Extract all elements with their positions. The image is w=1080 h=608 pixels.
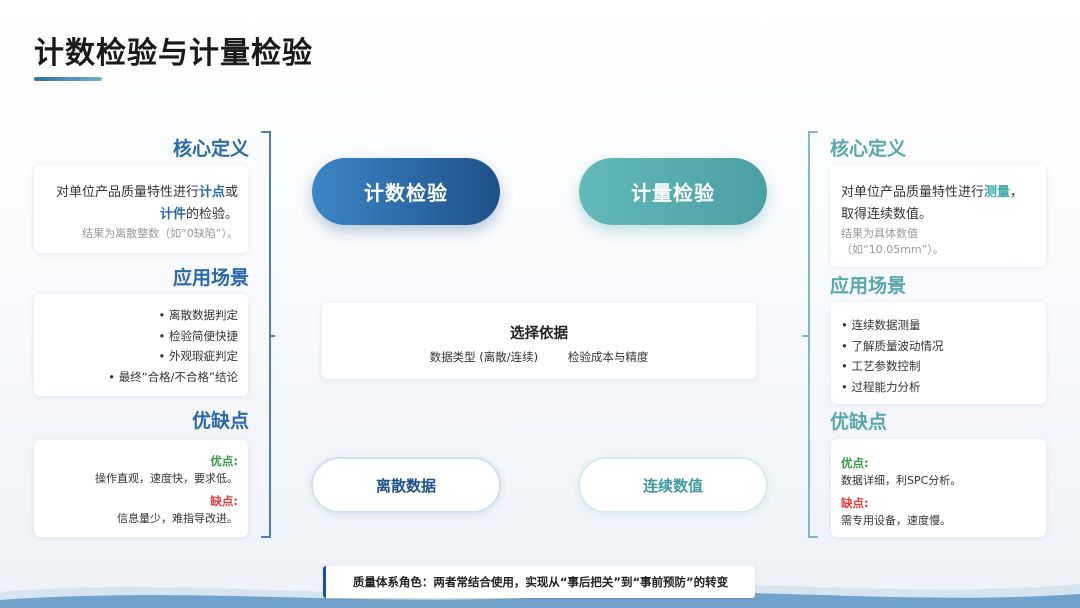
left-definition-title: 核心定义 <box>172 138 249 160</box>
right-scenario-card: • 连续数据测量 • 了解质量波动情况 • 工艺参数控制 • 过程能力分析 <box>831 302 1046 404</box>
right-definition-card: 对单位产品质量特性进行测量， 取得连续数值。 结果为具体数值（如“10.05mm”… <box>831 165 1046 267</box>
list-item: • 工艺参数控制 <box>841 359 921 373</box>
cons-text: 需专用设备，速度慢。 <box>841 514 951 527</box>
pros-label: 优点: <box>841 456 869 470</box>
list-item: • 离散数据判定 <box>158 308 238 322</box>
right-scenario-title: 应用场景 <box>830 275 907 297</box>
pros-label: 优点: <box>210 454 238 468</box>
list-item: • 最终“合格/不合格”结论 <box>108 369 238 384</box>
right-definition-note: 结果为具体数值（如“10.05mm”）。 <box>841 227 944 256</box>
right-definition-text: 对单位产品质量特性进行测量， 取得连续数值。 <box>841 185 1024 222</box>
continuous-data-pill: 连续数值 <box>578 457 768 513</box>
cons-label: 缺点: <box>210 494 238 508</box>
left-scenario-title: 应用场景 <box>172 267 249 289</box>
right-definition-title: 核心定义 <box>830 138 907 160</box>
right-proscons-title: 优缺点 <box>830 411 888 433</box>
cons-label: 缺点: <box>841 496 869 510</box>
list-item: • 连续数据测量 <box>841 318 921 332</box>
list-item: • 过程能力分析 <box>841 379 921 394</box>
basis-item-data-type: 数据类型 (离散/连续) <box>429 350 539 364</box>
selection-basis-items: 数据类型 (离散/连续) 检验成本与精度 <box>322 349 756 365</box>
list-item: • 外观瑕疵判定 <box>158 349 238 363</box>
selection-basis-card: 选择依据 数据类型 (离散/连续) 检验成本与精度 <box>322 303 756 379</box>
count-inspection-pill: 计数检验 <box>312 158 500 225</box>
title-underline <box>34 77 102 81</box>
left-proscons-card: 优点: 操作直观，速度快，要求低。 缺点: 信息量少，难指导改进。 <box>34 440 248 537</box>
left-proscons-title: 优缺点 <box>191 410 249 432</box>
list-item: • 检验简便快捷 <box>158 328 238 343</box>
left-definition-text: 对单位产品质量特性进行计点或 计件的检验。 <box>55 185 238 222</box>
list-item: • 了解质量波动情况 <box>841 338 944 353</box>
page-title: 计数检验与计量检验 <box>34 36 313 71</box>
footer-note: 质量体系角色：两者常结合使用，实现从“事后把关”到“事前预防”的转变 <box>323 566 755 598</box>
pros-text: 操作直观，速度快，要求低。 <box>95 472 238 485</box>
pros-text: 数据详细，利SPC分析。 <box>841 474 962 487</box>
left-definition-note: 结果为离散整数（如“0缺陷”）。 <box>82 227 238 240</box>
right-proscons-card: 优点: 数据详细，利SPC分析。 缺点: 需专用设备，速度慢。 <box>831 439 1046 537</box>
selection-basis-title: 选择依据 <box>510 326 568 342</box>
left-definition-card: 对单位产品质量特性进行计点或 计件的检验。 结果为离散整数（如“0缺陷”）。 <box>34 165 248 253</box>
discrete-data-pill: 离散数据 <box>311 457 501 513</box>
left-scenario-card: • 离散数据判定 • 检验简便快捷 • 外观瑕疵判定 • 最终“合格/不合格”结… <box>34 294 248 396</box>
measure-inspection-pill: 计量检验 <box>579 158 767 225</box>
left-bracket <box>261 131 275 538</box>
cons-text: 信息量少，难指导改进。 <box>117 512 238 525</box>
basis-item-cost: 检验成本与精度 <box>567 350 649 364</box>
right-bracket <box>802 131 818 538</box>
